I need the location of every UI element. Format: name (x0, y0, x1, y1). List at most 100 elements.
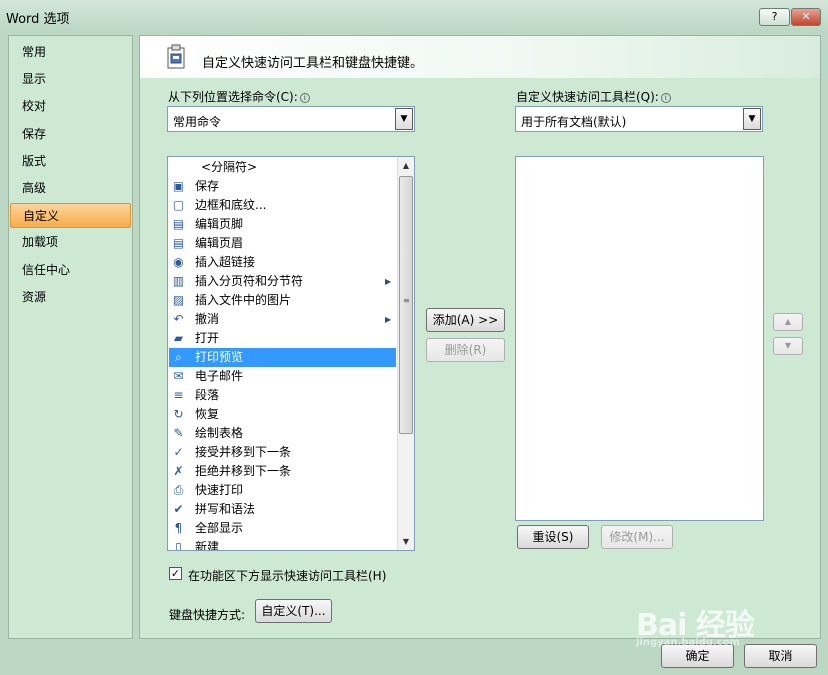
list-item[interactable]: ◉ 插入超链接 (169, 253, 396, 272)
commands-list-scrollbar[interactable]: ▲ ≡ ▼ (397, 157, 414, 550)
header-icon: ▤ (172, 236, 185, 250)
list-item-label: 插入超链接 (195, 255, 256, 269)
list-item[interactable]: ✓ 接受并移到下一条 (169, 443, 396, 462)
toolbar-scope-value: 用于所有文档(默认) (521, 115, 627, 129)
hyperlink-icon: ◉ (173, 255, 184, 269)
list-item[interactable]: ¶ 全部显示 (169, 519, 396, 538)
spelling-icon: ✔ (173, 502, 184, 516)
customize-toolbar-label: 自定义快速访问工具栏(Q): i (516, 88, 671, 105)
chevron-down-icon[interactable]: ▼ (395, 108, 413, 130)
list-item-label: 恢复 (195, 407, 220, 421)
list-item[interactable]: ▤ 编辑页脚 (169, 215, 396, 234)
help-button[interactable]: ? (759, 8, 790, 26)
reset-button[interactable]: 重设(S) (517, 525, 589, 549)
page-break-icon: ▥ (172, 274, 185, 288)
sidebar-item[interactable]: 常用 (10, 40, 131, 65)
list-item[interactable]: ▤ 编辑页眉 (169, 234, 396, 253)
list-item[interactable]: <分隔符> (169, 158, 396, 177)
toolbar-scope-select[interactable]: 用于所有文档(默认) ▼ (515, 106, 763, 132)
sidebar-item[interactable]: 加载项 (10, 230, 131, 255)
move-down-button[interactable]: ▼ (773, 337, 803, 355)
undo-icon: ↶ (173, 312, 184, 326)
sidebar-item[interactable]: 校对 (10, 94, 131, 119)
title-bar: Word 选项 ? ✕ (0, 0, 828, 30)
quick-access-toolbar-icon (167, 44, 185, 69)
scroll-grip-icon: ≡ (403, 296, 410, 305)
chevron-down-icon[interactable]: ▼ (743, 108, 761, 130)
list-item[interactable]: ✉ 电子邮件 (169, 367, 396, 386)
list-item[interactable]: ⌕ 打印预览 (169, 348, 396, 367)
list-item-label: 打印预览 (195, 350, 244, 364)
header-band: 自定义快速访问工具栏和键盘快捷键。 (140, 36, 820, 78)
list-item-label: 快速打印 (195, 483, 244, 497)
modify-button[interactable]: 修改(M)... (601, 525, 673, 549)
list-item[interactable]: ▢ 边框和底纹... (169, 196, 396, 215)
show-all-icon: ¶ (174, 521, 183, 535)
open-folder-icon: ▰ (173, 331, 184, 345)
window-title: Word 选项 (6, 12, 70, 27)
close-button[interactable]: ✕ (791, 8, 821, 26)
page-title: 自定义快速访问工具栏和键盘快捷键。 (202, 56, 424, 71)
info-icon: i (660, 93, 671, 103)
list-item[interactable]: ▣ 保存 (169, 177, 396, 196)
scroll-up-icon[interactable]: ▲ (398, 157, 414, 174)
sidebar-item[interactable]: 资源 (10, 285, 131, 310)
list-item-label: 编辑页脚 (195, 217, 244, 231)
redo-icon: ↻ (173, 407, 184, 421)
list-item[interactable]: ▥ 插入分页符和分节符 ▶ (169, 272, 396, 291)
list-item-label: 接受并移到下一条 (195, 445, 292, 459)
add-button[interactable]: 添加(A) >> (426, 308, 505, 332)
list-item-label: 打开 (195, 331, 220, 345)
list-item-label: 保存 (195, 179, 220, 193)
show-below-ribbon-checkbox[interactable]: ✓ (169, 567, 182, 580)
submenu-arrow-icon: ▶ (385, 315, 392, 324)
list-item[interactable]: ✔ 拼写和语法 (169, 500, 396, 519)
main-panel: 自定义快速访问工具栏和键盘快捷键。 从下列位置选择命令(C): i 常用命令 ▼ … (139, 35, 821, 639)
scroll-down-icon[interactable]: ▼ (398, 533, 414, 550)
choose-commands-label-text: 从下列位置选择命令(C): (168, 90, 298, 104)
reject-icon: ✗ (173, 464, 184, 478)
remove-button[interactable]: 删除(R) (426, 338, 505, 362)
commands-source-select[interactable]: 常用命令 ▼ (167, 106, 415, 132)
list-item[interactable]: ↻ 恢复 (169, 405, 396, 424)
list-item-label: 插入文件中的图片 (195, 293, 292, 307)
list-item-label: 电子邮件 (195, 369, 244, 383)
choose-commands-label: 从下列位置选择命令(C): i (168, 88, 310, 105)
customize-shortcuts-button[interactable]: 自定义(T)... (255, 599, 332, 623)
customize-toolbar-label-text: 自定义快速访问工具栏(Q): (516, 90, 659, 104)
list-item-label: 编辑页眉 (195, 236, 244, 250)
scroll-thumb[interactable]: ≡ (399, 176, 413, 434)
list-item-label: 全部显示 (195, 521, 244, 535)
quick-print-icon: ⎙ (173, 483, 184, 497)
sidebar-item[interactable]: 高级 (10, 176, 131, 201)
submenu-arrow-icon: ▶ (385, 277, 392, 286)
sidebar-item[interactable]: 显示 (10, 67, 131, 92)
list-item[interactable]: ▰ 打开 (169, 329, 396, 348)
sidebar-item[interactable]: 版式 (10, 149, 131, 174)
new-doc-icon: ▯ (175, 540, 182, 551)
list-item-label: 边框和底纹... (195, 198, 267, 212)
list-item[interactable]: ≡ 段落 (169, 386, 396, 405)
shortcut-label: 键盘快捷方式: (169, 608, 246, 622)
list-item-label: 撤消 (195, 312, 220, 326)
list-item-label: <分隔符> (201, 160, 258, 174)
border-icon: ▢ (172, 198, 185, 212)
list-item[interactable]: ✎ 绘制表格 (169, 424, 396, 443)
list-item[interactable]: ↶ 撤消 ▶ (169, 310, 396, 329)
commands-list[interactable]: ▯ 新建 ¶ 全部显示 ✔ 拼写和语法 ⎙ 快速打印 ✗ 拒绝并移到下一条 ✓ 接受并移到下一条 ✎ 绘制… (167, 156, 415, 551)
footer-icon: ▤ (172, 217, 185, 231)
list-item-label: 拒绝并移到下一条 (195, 464, 292, 478)
sidebar-item[interactable]: 信任中心 (10, 258, 131, 283)
save-icon: ▣ (172, 179, 185, 193)
toolbar-commands-list[interactable] (515, 156, 764, 521)
list-item-label: 绘制表格 (195, 426, 244, 440)
sidebar-item[interactable]: 保存 (10, 122, 131, 147)
list-item[interactable]: ▨ 插入文件中的图片 (169, 291, 396, 310)
list-item[interactable]: ⎙ 快速打印 (169, 481, 396, 500)
sidebar-item[interactable]: 自定义 (10, 203, 131, 229)
list-item[interactable]: ▯ 新建 (169, 538, 396, 551)
print-preview-icon: ⌕ (175, 350, 182, 364)
move-up-button[interactable]: ▲ (773, 313, 803, 331)
sidebar: 常用 显示 校对保存 版式 高级 自定义 加载项信任中心 资源 (8, 35, 133, 639)
list-item[interactable]: ✗ 拒绝并移到下一条 (169, 462, 396, 481)
